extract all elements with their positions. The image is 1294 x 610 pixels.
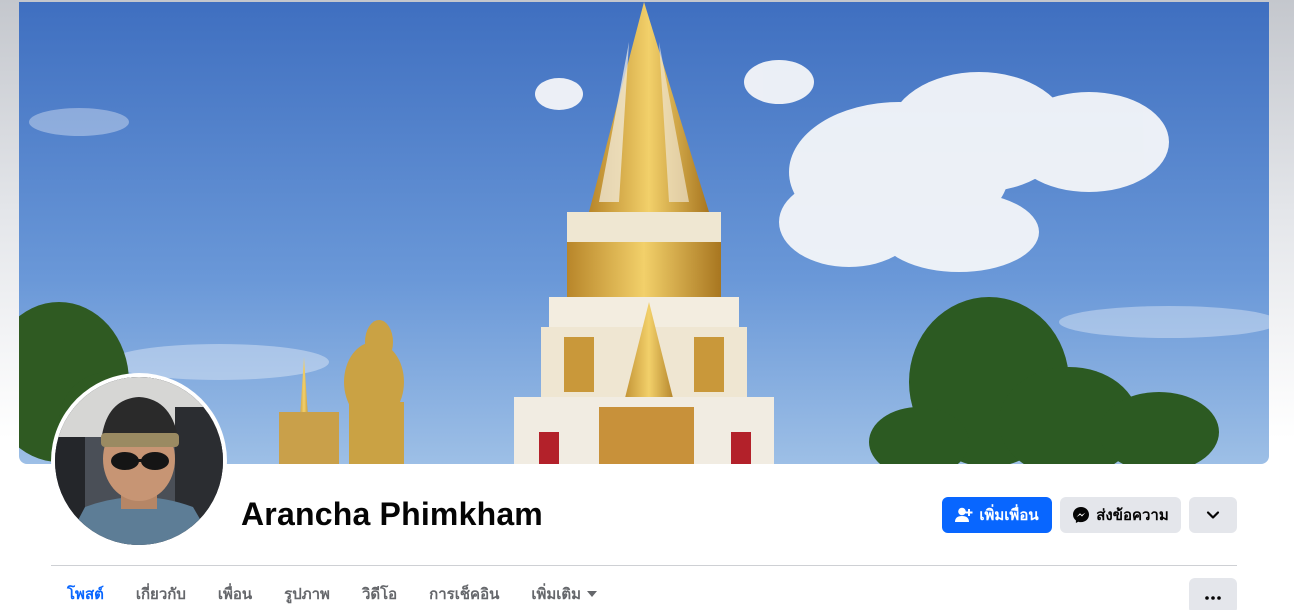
tab-videos[interactable]: วิดีโอ bbox=[346, 576, 413, 610]
send-message-label: ส่งข้อความ bbox=[1096, 507, 1169, 524]
caret-down-icon bbox=[587, 591, 598, 597]
tab-about[interactable]: เกี่ยวกับ bbox=[120, 576, 202, 610]
cover-photo[interactable] bbox=[19, 2, 1269, 464]
tab-label: เกี่ยวกับ bbox=[135, 586, 186, 603]
tab-more[interactable]: เพิ่มเติม bbox=[515, 576, 613, 610]
add-friend-icon bbox=[955, 507, 973, 523]
more-options-button[interactable] bbox=[1189, 578, 1237, 610]
tab-label: เพื่อน bbox=[217, 586, 253, 603]
messenger-icon bbox=[1072, 506, 1090, 524]
avatar-photo bbox=[55, 377, 223, 545]
profile-avatar[interactable] bbox=[51, 373, 227, 549]
profile-tabs: โพสต์ เกี่ยวกับ เพื่อน รูปภาพ วิดีโอ การ… bbox=[51, 578, 613, 610]
more-dots-icon bbox=[1205, 587, 1221, 605]
profile-options-button[interactable] bbox=[1189, 497, 1237, 533]
header-divider bbox=[51, 565, 1237, 566]
tab-label: เพิ่มเติม bbox=[531, 586, 582, 603]
tab-friends[interactable]: เพื่อน bbox=[202, 576, 268, 610]
tab-label: วิดีโอ bbox=[361, 586, 398, 603]
send-message-button[interactable]: ส่งข้อความ bbox=[1060, 497, 1181, 533]
add-friend-label: เพิ่มเพื่อน bbox=[979, 507, 1039, 524]
tab-label: การเช็คอิน bbox=[429, 586, 500, 603]
add-friend-button[interactable]: เพิ่มเพื่อน bbox=[942, 497, 1052, 533]
tab-photos[interactable]: รูปภาพ bbox=[268, 576, 346, 610]
profile-page: Arancha Phimkham เพิ่มเพื่อน ส่งข้อความ bbox=[0, 0, 1294, 610]
tab-label: รูปภาพ bbox=[284, 586, 330, 603]
chevron-down-icon bbox=[1206, 507, 1220, 524]
profile-name: Arancha Phimkham bbox=[241, 496, 543, 532]
tab-posts[interactable]: โพสต์ bbox=[51, 576, 120, 610]
tab-label: โพสต์ bbox=[67, 586, 104, 603]
tab-checkins[interactable]: การเช็คอิน bbox=[413, 576, 515, 610]
